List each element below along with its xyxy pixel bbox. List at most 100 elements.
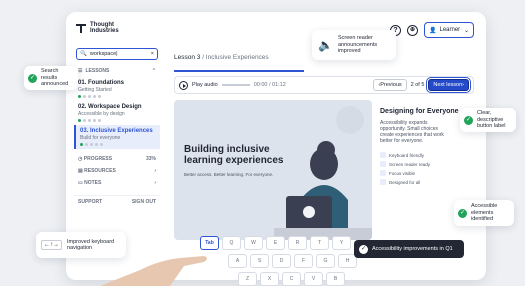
chevron-right-icon: › xyxy=(154,168,156,174)
key[interactable]: Q xyxy=(222,236,241,250)
resources-label: RESOURCES xyxy=(84,168,116,174)
check-icon: ✓ xyxy=(28,73,37,83)
search-input[interactable]: 🔍 workspace| × xyxy=(76,48,158,60)
audio-track[interactable] xyxy=(221,84,250,86)
support-row: SUPPORT SIGN OUT xyxy=(74,195,160,208)
lesson-subtitle: Build for everyone xyxy=(80,135,121,141)
key[interactable]: A xyxy=(228,254,247,268)
hand-illustration xyxy=(100,256,207,286)
check-icon: ✓ xyxy=(464,115,473,125)
list-icon: ☰ xyxy=(78,68,83,74)
audio-player: Play audio 00:00 / 01:12 ‹ Previous 2 of… xyxy=(174,76,474,94)
key[interactable]: F xyxy=(294,254,313,268)
key[interactable]: V xyxy=(304,272,323,286)
toast-text: Accessibility improvements in Q1 xyxy=(372,246,453,252)
arrow-keys-icon: ←↑→ xyxy=(41,239,62,251)
lesson-subtitle: Getting Started xyxy=(78,87,112,93)
chevron-up-icon: ⌃ xyxy=(151,68,156,74)
key[interactable]: S xyxy=(250,254,269,268)
search-value: workspace| xyxy=(89,51,118,57)
accessibility-icon[interactable]: ⊕ xyxy=(407,24,418,36)
side-body: Accessibility expands opportunity. Small… xyxy=(380,120,444,144)
page-count: 2 of 5 xyxy=(410,82,425,88)
key[interactable]: E xyxy=(266,236,285,250)
lesson-item-1[interactable]: 01. Foundations Getting Started xyxy=(74,77,160,101)
learner-menu-button[interactable]: 👤 Learner ⌄ xyxy=(424,22,474,38)
check-icon: ✓ xyxy=(359,244,368,254)
logo-line-2: Industries xyxy=(90,28,119,34)
key[interactable]: Y xyxy=(332,236,351,250)
key[interactable]: C xyxy=(282,272,301,286)
key[interactable]: T xyxy=(310,236,329,250)
header-actions: ? ⊕ 👤 Learner ⌄ xyxy=(390,22,474,38)
key[interactable]: B xyxy=(326,272,345,286)
lesson-title: 02. Workspace Design xyxy=(78,104,142,110)
learner-label: Learner xyxy=(439,27,461,33)
elements-text: Accessible elements identified xyxy=(471,203,498,223)
search-results-text: Search results announced xyxy=(41,68,69,88)
status-toast: ✓ Accessibility improvements in Q1 xyxy=(354,240,464,258)
notes-label: NOTES xyxy=(84,180,102,186)
chip-designed: Designed for all xyxy=(380,179,474,185)
clear-button-callout: ✓ Clear, descriptive button label xyxy=(460,108,516,132)
screen-reader-callout: 🔈 Screen reader announcements improved xyxy=(312,30,396,60)
screen-reader-text: Screen reader announcements improved xyxy=(337,35,378,55)
lesson-subtitle: Accessible by design xyxy=(78,111,125,117)
play-icon[interactable] xyxy=(179,80,188,90)
tab-underline xyxy=(174,70,304,72)
screen-reader-icon xyxy=(380,161,386,167)
lesson-progress-dots xyxy=(78,119,156,122)
user-icon: 👤 xyxy=(429,27,437,34)
woman-laptop-illustration xyxy=(274,106,372,240)
keyboard-icon xyxy=(380,152,386,158)
audio-label: Play audio xyxy=(192,82,218,88)
next-lesson-button[interactable]: Next lesson › xyxy=(426,77,471,93)
elements-callout: ✓ Accessible elements identified xyxy=(454,200,514,226)
key[interactable]: Z xyxy=(238,272,257,286)
people-icon xyxy=(380,179,386,185)
key[interactable]: D xyxy=(272,254,291,268)
audio-time: 00:00 / 01:12 xyxy=(253,82,286,88)
key[interactable]: G xyxy=(316,254,335,268)
key[interactable]: X xyxy=(260,272,279,286)
chevron-down-icon: ⌄ xyxy=(463,27,469,34)
signout-link[interactable]: SIGN OUT xyxy=(132,199,156,205)
key[interactable]: R xyxy=(288,236,307,250)
lessons-label: LESSONS xyxy=(85,68,110,74)
lesson-progress-dots xyxy=(78,95,156,98)
hero-image: Building inclusive learning experiences … xyxy=(174,100,372,240)
previous-button[interactable]: ‹ Previous xyxy=(373,79,407,91)
key[interactable]: W xyxy=(244,236,263,250)
previous-label: Previous xyxy=(380,82,402,88)
chip-keyboard: Keyboard friendly xyxy=(380,152,474,158)
lesson-item-3[interactable]: 03. Inclusive Experiences Build for ever… xyxy=(74,125,160,149)
search-icon: 🔍 xyxy=(80,51,87,57)
lessons-header[interactable]: ☰ LESSONS ⌃ xyxy=(74,68,160,74)
resources-row[interactable]: ▤ RESOURCES › xyxy=(74,165,160,177)
breadcrumb-lesson: Lesson 3 xyxy=(174,54,201,61)
lesson-item-2[interactable]: 02. Workspace Design Accessible by desig… xyxy=(74,101,160,125)
speaker-icon: 🔈 xyxy=(318,37,333,52)
lesson-title: 01. Foundations xyxy=(78,80,125,86)
chevron-right-icon: › xyxy=(462,82,464,88)
notes-row[interactable]: ▭ NOTES › xyxy=(74,177,160,189)
chip-screen-reader: Screen reader ready xyxy=(380,161,474,167)
check-icon: ✓ xyxy=(458,208,467,218)
next-label: Next lesson xyxy=(433,82,463,88)
progress-value: 33% xyxy=(145,156,156,162)
lesson-progress-dots xyxy=(80,143,156,146)
focus-icon xyxy=(380,170,386,176)
lesson-title: 03. Inclusive Experiences xyxy=(80,128,153,134)
clear-button-text: Clear, descriptive button label xyxy=(477,110,506,130)
chip-focus: Focus visible xyxy=(380,170,474,176)
progress-label: PROGRESS xyxy=(83,156,113,162)
support-link[interactable]: SUPPORT xyxy=(78,199,102,205)
breadcrumb-title: / Inclusive Experiences xyxy=(200,54,269,61)
logo-icon xyxy=(76,23,86,33)
logo: Thought Industries xyxy=(76,22,119,34)
tab-key[interactable]: Tab xyxy=(200,236,219,250)
search-results-callout: ✓ Search results announced xyxy=(24,66,78,90)
progress-row[interactable]: ◷ PROGRESS 33% xyxy=(74,153,160,165)
clear-icon[interactable]: × xyxy=(151,51,154,57)
chevron-right-icon: › xyxy=(154,180,156,186)
